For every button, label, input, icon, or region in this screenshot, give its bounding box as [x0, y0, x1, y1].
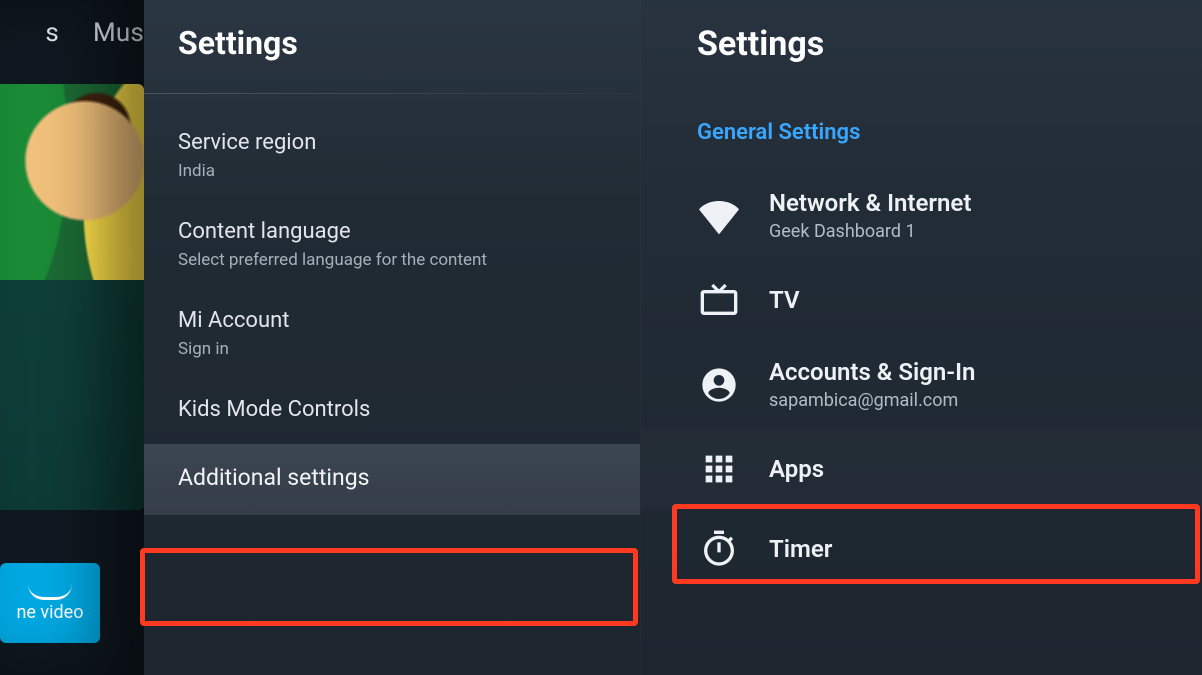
setting-title: Kids Mode Controls [178, 397, 614, 422]
setting-timer[interactable]: Timer [641, 509, 1202, 589]
timer-icon [697, 527, 741, 571]
home-background: s Mus ne video [0, 0, 144, 675]
left-settings-panel: Settings Service region India Content la… [144, 0, 640, 675]
setting-subtitle: Select preferred language for the conten… [178, 250, 614, 270]
right-settings-title: Settings [641, 0, 1202, 92]
setting-subtitle: Sign in [178, 339, 614, 359]
setting-additional-settings[interactable]: Additional settings [144, 444, 640, 515]
setting-service-region[interactable]: Service region India [178, 114, 640, 203]
setting-title: Apps [769, 455, 824, 483]
home-nav-item-music[interactable]: Mus [93, 18, 144, 48]
general-settings-header: General Settings [641, 92, 1202, 171]
home-nav-item-prev[interactable]: s [45, 18, 59, 48]
setting-title: Mi Account [178, 308, 614, 333]
tv-icon [697, 278, 741, 322]
setting-network[interactable]: Network & Internet Geek Dashboard 1 [641, 171, 1202, 260]
setting-title: Service region [178, 130, 614, 155]
left-settings-title: Settings [144, 0, 640, 90]
setting-title: Accounts & Sign-In [769, 358, 975, 386]
home-top-nav: s Mus [45, 18, 144, 48]
person-icon [697, 363, 741, 407]
right-settings-panel: Settings General Settings Network & Inte… [640, 0, 1202, 675]
wifi-icon [697, 194, 741, 238]
apps-icon [697, 447, 741, 491]
setting-subtitle: sapambica@gmail.com [769, 390, 975, 411]
setting-title: Network & Internet [769, 189, 971, 217]
setting-tv[interactable]: TV [641, 260, 1202, 340]
setting-accounts[interactable]: Accounts & Sign-In sapambica@gmail.com [641, 340, 1202, 429]
setting-apps[interactable]: Apps [641, 429, 1202, 509]
setting-kids-mode[interactable]: Kids Mode Controls [178, 381, 640, 444]
setting-title: Additional settings [178, 464, 614, 491]
prime-video-logo [28, 584, 72, 600]
setting-title: Timer [769, 535, 832, 563]
prime-video-tile[interactable]: ne video [0, 563, 100, 643]
setting-title: Content language [178, 219, 614, 244]
content-thumbnail[interactable] [0, 84, 144, 510]
setting-subtitle: India [178, 161, 614, 181]
prime-video-label: ne video [16, 602, 83, 623]
setting-subtitle: Geek Dashboard 1 [769, 221, 971, 242]
right-settings-list: Network & Internet Geek Dashboard 1 TV A… [641, 171, 1202, 589]
setting-mi-account[interactable]: Mi Account Sign in [178, 292, 640, 381]
setting-title: TV [769, 286, 800, 314]
left-settings-list: Service region India Content language Se… [144, 90, 640, 515]
setting-content-language[interactable]: Content language Select preferred langua… [178, 203, 640, 292]
